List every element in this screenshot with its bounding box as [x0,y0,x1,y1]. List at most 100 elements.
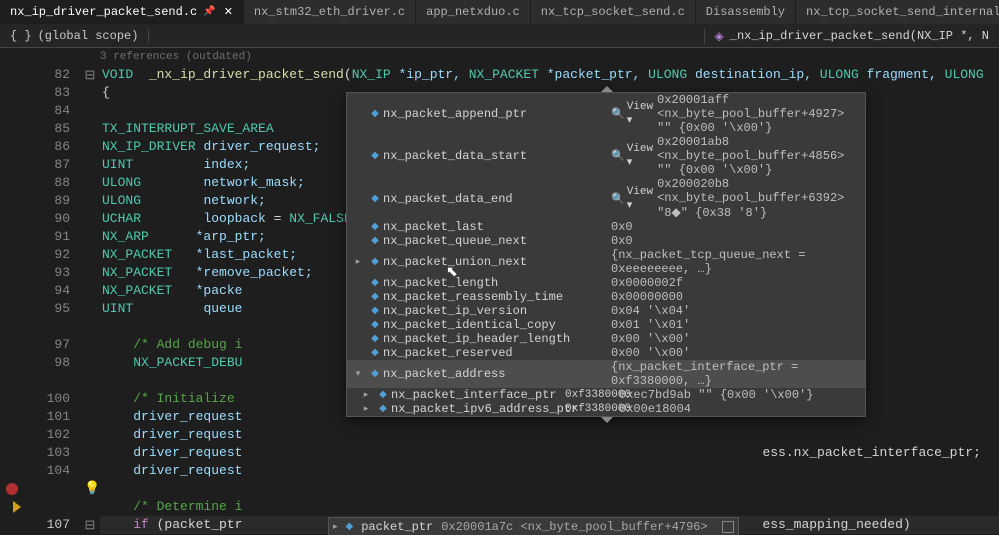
function-name: _nx_ip_driver_packet_send(NX_IP *, N [730,29,989,43]
datatip-value: 🔍 View ▾0x20001aff <nx_byte_pool_buffer+… [611,93,863,135]
datatip-value: 0x01 '\x01' [611,318,863,332]
line-number: 91 [30,228,70,246]
datatip-row[interactable]: ◆nx_packet_length0x0000002f [347,276,865,290]
line-number: 82 [30,66,70,84]
datatip-row[interactable]: ◆nx_packet_identical_copy0x01 '\x01' [347,318,865,332]
datatip-name: nx_packet_address [383,367,557,381]
chip-name: packet_ptr [361,520,433,534]
close-icon[interactable]: ✕ [224,5,233,19]
chip-value: 0x20001a7c <nx_byte_pool_buffer+4796> [441,520,707,534]
line-number [30,372,70,390]
scope-selector-right[interactable]: ◈ _nx_ip_driver_packet_send(NX_IP *, N [704,29,999,44]
line-number: 103 [30,444,70,462]
tab-nx-ip-driver-packet-send[interactable]: nx_ip_driver_packet_send.c 📌 ✕ [0,0,244,24]
expand-icon[interactable]: ▸ [349,257,367,267]
margin-row-107[interactable] [0,498,30,516]
line-number: 88 [30,174,70,192]
line-number: 95 [30,300,70,318]
datatip-row[interactable]: ▸◆nx_packet_interface_ptr0xf33800000xec7… [347,388,865,402]
margin-row-106[interactable] [0,480,30,498]
line-number: 93 [30,264,70,282]
tab-strip: nx_ip_driver_packet_send.c 📌 ✕ nx_stm32_… [0,0,999,25]
current-instruction-icon [13,501,21,513]
datatip-row[interactable]: ◆nx_packet_reassembly_time0x00000000 [347,290,865,304]
outline-gutter[interactable]: ⊟ 💡 ⊟ [80,66,100,535]
line-number [30,318,70,336]
datatip-subvalue: 0xf3380000 [565,389,619,401]
pin-icon[interactable]: 📌 [203,6,215,18]
field-icon: ◆ [367,108,383,120]
line-number: 101 [30,408,70,426]
expand-icon[interactable]: ▸ [357,390,375,400]
tab-disassembly[interactable]: Disassembly [696,0,796,24]
fold-toggle[interactable]: ⊟ [80,516,100,534]
view-button[interactable]: 🔍 View ▾ [611,186,653,212]
line-number: 104 [30,462,70,480]
datatip-value: 0x00000000 [611,290,863,304]
scope-name: (global scope) [38,29,139,43]
braces-icon: { } [10,29,32,43]
field-icon: ◆ [367,333,383,345]
code-area[interactable]: VOID _nx_ip_driver_packet_send(NX_IP *ip… [100,66,999,535]
datatip-row[interactable]: ◆nx_packet_data_end 🔍 View ▾0x200020b8 <n… [347,177,865,220]
debugger-datatip[interactable]: ◆nx_packet_append_ptr🔍 View ▾0x20001aff … [346,92,866,417]
pinned-variable-chip[interactable]: ▸ ◆ packet_ptr 0x20001a7c <nx_byte_pool_… [328,517,739,535]
datatip-name: nx_packet_ip_header_length [383,332,557,346]
line-number: 90 [30,210,70,228]
view-button[interactable]: 🔍 View ▾ [611,101,653,127]
view-button[interactable]: 🔍 View ▾ [611,143,653,169]
datatip-row[interactable]: ◆nx_packet_queue_next0x0 [347,234,865,248]
magnifier-icon: 🔍 [611,192,625,206]
breakpoint-icon[interactable] [6,483,18,495]
datatip-row[interactable]: ◆nx_packet_append_ptr 🔍 View ▾0x20001aff … [347,93,865,135]
editor-margin[interactable] [0,66,30,535]
codelens-references[interactable]: 3 references (outdated) [0,48,999,66]
datatip-value: 🔍 View ▾0x20001ab8 <nx_byte_pool_buffer+… [611,135,863,177]
datatip-row[interactable]: ◆nx_packet_ip_version0x04 '\x04' [347,304,865,318]
datatip-name: nx_packet_reserved [383,346,557,360]
tab-label: nx_tcp_socket_send_internal.c [806,5,999,19]
tab-nx-tcp-socket-send-internal[interactable]: nx_tcp_socket_send_internal.c [796,0,999,24]
datatip-name: nx_packet_reassembly_time [383,290,557,304]
chip-comment-button[interactable] [722,521,734,533]
datatip-row[interactable]: ▸◆nx_packet_union_next{nx_packet_tcp_que… [347,248,865,276]
datatip-row[interactable]: ◆nx_packet_last0x0 [347,220,865,234]
datatip-value: 0x00 '\x00' [611,332,863,346]
field-icon: ◆ [346,521,354,533]
magnifier-icon: 🔍 [611,149,625,163]
datatip-row[interactable]: ▾◆nx_packet_address{nx_packet_interface_… [347,360,865,388]
datatip-row[interactable]: ◆nx_packet_reserved0x00 '\x00' [347,346,865,360]
tab-nx-stm32-eth-driver[interactable]: nx_stm32_eth_driver.c [244,0,416,24]
datatip-value: {nx_packet_interface_ptr = 0xf3380000, …… [611,360,863,388]
datatip-row[interactable]: ◆nx_packet_data_start🔍 View ▾0x20001ab8 … [347,135,865,177]
datatip-name: nx_packet_append_ptr [383,107,557,121]
lightbulb-icon[interactable]: 💡 [84,482,98,496]
expand-icon[interactable]: ▾ [349,369,367,379]
expand-icon[interactable]: ▸ [333,522,338,532]
code-editor[interactable]: 82 83 84 85 86 87 88 89 90 91 92 93 94 9… [0,66,999,535]
line-number: 94 [30,282,70,300]
datatip-value: 🔍 View ▾0x200020b8 <nx_byte_pool_buffer+… [611,177,863,220]
datatip-value: 0xec7bd9ab "" {0x00 '\x00'} [619,388,863,402]
tab-nx-tcp-socket-send[interactable]: nx_tcp_socket_send.c [531,0,696,24]
expand-icon[interactable]: ▸ [357,404,375,414]
tab-app-netxduo[interactable]: app_netxduo.c [416,0,531,24]
datatip-row[interactable]: ◆nx_packet_ip_header_length 0x00 '\x00' [347,332,865,346]
line-number: 107 [30,516,70,534]
fold-toggle[interactable]: ⊟ [80,66,100,84]
line-number: 87 [30,156,70,174]
line-number: 102 [30,426,70,444]
line-number-gutter[interactable]: 82 83 84 85 86 87 88 89 90 91 92 93 94 9… [30,66,80,535]
scroll-up-icon[interactable] [601,86,613,92]
line-number: 92 [30,246,70,264]
datatip-name: nx_packet_last [383,220,557,234]
line-number: 97 [30,336,70,354]
datatip-value: 0x00 '\x00' [611,346,863,360]
scroll-down-icon[interactable] [601,417,613,423]
datatip-name: nx_packet_data_end [383,192,557,206]
field-icon: ◆ [367,305,383,317]
field-icon: ◆ [367,235,383,247]
field-icon: ◆ [367,193,383,205]
datatip-row[interactable]: ▸◆nx_packet_ipv6_address_ptr0xf33800000x… [347,402,865,416]
scope-selector-left[interactable]: { } (global scope) [0,29,149,43]
